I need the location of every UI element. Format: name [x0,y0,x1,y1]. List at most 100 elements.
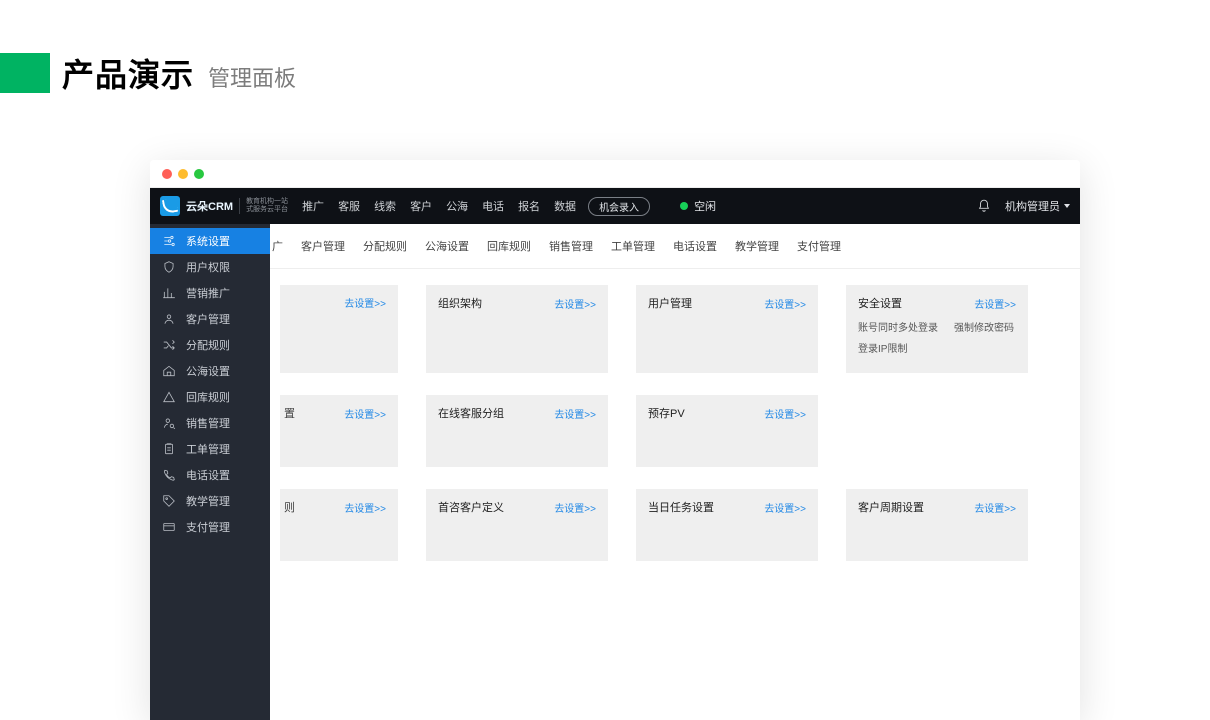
sidebar-item-3[interactable]: 客户管理 [150,306,270,332]
brand[interactable]: 云朵CRM 教育机构一站 式服务云平台 [160,196,288,216]
slide-header: 产品演示 管理面板 [0,50,296,96]
brand-mark-icon [160,196,180,216]
card-title: 在线客服分组 [438,405,504,421]
go-settings-link[interactable]: 去设置>> [764,296,806,311]
slide-title: 产品演示 [62,50,194,96]
chevron-down-icon [1064,204,1070,208]
sidebar-item-2[interactable]: 营销推广 [150,280,270,306]
brand-tagline: 教育机构一站 式服务云平台 [239,198,288,214]
chart-icon [162,286,176,300]
content: 广客户管理分配规则公海设置回库规则销售管理工单管理电话设置教学管理支付管理 去设… [270,224,1080,720]
nav-item[interactable]: 客户 [410,198,432,214]
settings-card: 去设置>> [280,285,398,373]
tab[interactable]: 电话设置 [665,234,725,258]
tab[interactable]: 回库规则 [479,234,539,258]
tab[interactable]: 工单管理 [603,234,663,258]
window-titlebar [150,160,1080,188]
maximize-icon[interactable] [194,169,204,179]
go-settings-link[interactable]: 去设置>> [554,500,596,515]
sidebar-item-label: 用户权限 [186,259,230,275]
card-icon [162,520,176,534]
tab[interactable]: 教学管理 [727,234,787,258]
settings-card: 置去设置>> [280,395,398,467]
sidebar-item-label: 教学管理 [186,493,230,509]
tab[interactable]: 公海设置 [417,234,477,258]
nav-item[interactable]: 报名 [518,198,540,214]
sidebar-item-8[interactable]: 工单管理 [150,436,270,462]
user-label: 机构管理员 [1005,198,1060,214]
sidebar-item-5[interactable]: 公海设置 [150,358,270,384]
go-settings-link[interactable]: 去设置>> [554,406,596,421]
card-title: 用户管理 [648,295,692,311]
go-settings-link[interactable]: 去设置>> [344,295,386,310]
card-title: 客户周期设置 [858,499,924,515]
card-title: 组织架构 [438,295,482,311]
settings-card: 首咨客户定义去设置>> [426,489,608,561]
card-body-item: 强制修改密码 [954,319,1014,334]
settings-card: 则 去设置>> [280,489,398,561]
nav-item[interactable]: 推广 [302,198,324,214]
close-icon[interactable] [162,169,172,179]
sidebar-item-7[interactable]: 销售管理 [150,410,270,436]
go-settings-link[interactable]: 去设置>> [344,500,386,515]
sidebar-item-6[interactable]: 回库规则 [150,384,270,410]
accent-bar [0,53,50,93]
minimize-icon[interactable] [178,169,188,179]
go-settings-link[interactable]: 去设置>> [764,406,806,421]
sidebar-item-label: 销售管理 [186,415,230,431]
go-settings-link[interactable]: 去设置>> [344,406,386,421]
app-body: 系统设置用户权限营销推广客户管理分配规则公海设置回库规则销售管理工单管理电话设置… [150,224,1080,720]
brand-name: 云朵CRM [186,198,233,214]
nav-item[interactable]: 电话 [482,198,504,214]
settings-card: 用户管理 去设置>> [636,285,818,373]
sidebar-item-label: 支付管理 [186,519,230,535]
nav-item[interactable]: 客服 [338,198,360,214]
sidebar-item-label: 分配规则 [186,337,230,353]
sidebar-item-label: 电话设置 [186,467,230,483]
shield-icon [162,260,176,274]
nav-item[interactable]: 数据 [554,198,576,214]
tab[interactable]: 客户管理 [293,234,353,258]
record-entry-button[interactable]: 机会录入 [588,197,650,216]
tag-icon [162,494,176,508]
card-title: 则 [284,499,295,515]
sidebar: 系统设置用户权限营销推广客户管理分配规则公海设置回库规则销售管理工单管理电话设置… [150,224,270,720]
status-dot-icon [680,202,688,210]
tab[interactable]: 支付管理 [789,234,849,258]
search-user-icon [162,416,176,430]
go-settings-link[interactable]: 去设置>> [554,296,596,311]
go-settings-link[interactable]: 去设置>> [974,500,1016,515]
presence-status[interactable]: 空闲 [680,198,716,214]
sidebar-item-4[interactable]: 分配规则 [150,332,270,358]
notifications-icon[interactable] [977,199,991,213]
status-label: 空闲 [694,198,716,214]
settings-card: 安全设置去设置>>账号同时多处登录强制修改密码登录IP限制 [846,285,1028,373]
card-body-item: 登录IP限制 [858,340,907,355]
tab[interactable]: 广 [270,234,291,258]
sidebar-item-label: 系统设置 [186,233,230,249]
sidebar-item-0[interactable]: 系统设置 [150,228,270,254]
settings-card: 预存PV去设置>> [636,395,818,467]
card-title: 当日任务设置 [648,499,714,515]
user-menu[interactable]: 机构管理员 [1005,198,1070,214]
go-settings-link[interactable]: 去设置>> [764,500,806,515]
clipboard-icon [162,442,176,456]
nav-item[interactable]: 公海 [446,198,468,214]
top-nav: 云朵CRM 教育机构一站 式服务云平台 推广 客服 线索 客户 公海 电话 报名… [150,188,1080,224]
tab[interactable]: 分配规则 [355,234,415,258]
person-icon [162,312,176,326]
tab[interactable]: 销售管理 [541,234,601,258]
shuffle-icon [162,338,176,352]
sidebar-item-label: 回库规则 [186,389,230,405]
sidebar-item-1[interactable]: 用户权限 [150,254,270,280]
sidebar-item-9[interactable]: 电话设置 [150,462,270,488]
card-body-item: 账号同时多处登录 [858,319,938,334]
sidebar-item-11[interactable]: 支付管理 [150,514,270,540]
sidebar-item-10[interactable]: 教学管理 [150,488,270,514]
go-settings-link[interactable]: 去设置>> [974,296,1016,311]
sidebar-item-label: 工单管理 [186,441,230,457]
nav-item[interactable]: 线索 [374,198,396,214]
house-icon [162,364,176,378]
triangle-icon [162,390,176,404]
settings-card: 当日任务设置 去设置>> [636,489,818,561]
